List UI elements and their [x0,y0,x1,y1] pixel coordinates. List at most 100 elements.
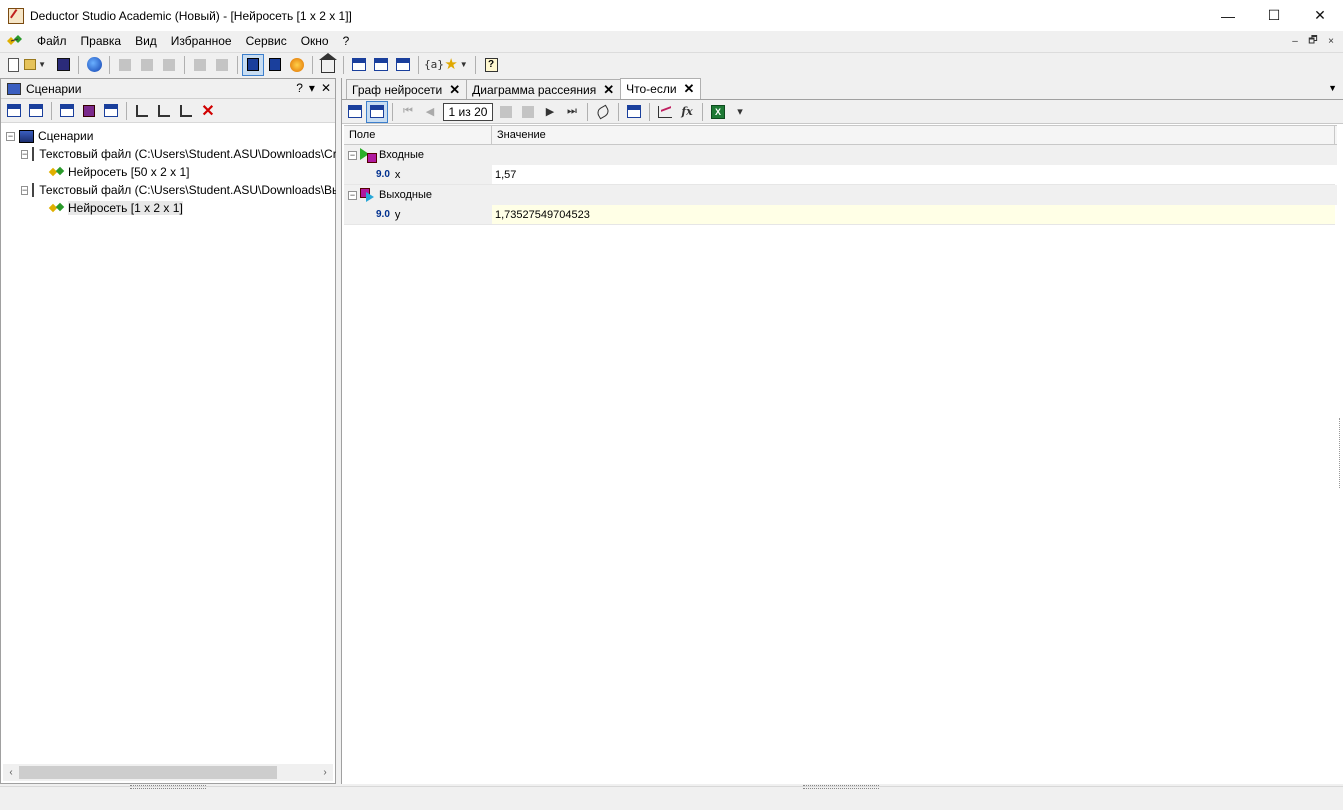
tab-label: Граф нейросети [352,82,443,97]
close-icon[interactable]: ✕ [603,82,614,98]
replace-button[interactable] [211,54,233,76]
toolbar-separator [418,55,419,74]
help-button[interactable]: ? [480,54,502,76]
copy-button[interactable] [136,54,158,76]
goto-record-button[interactable] [495,101,517,123]
mdi-minimize-button[interactable]: – [1287,33,1303,49]
favorites-button[interactable]: ★ ▼ [444,54,468,76]
cut-button[interactable] [114,54,136,76]
properties-button[interactable] [3,100,25,122]
tree-node-neural-net-selected[interactable]: Нейросеть [1 x 2 x 1] [1,199,335,217]
tree-options-button[interactable] [175,100,197,122]
scenarios-button[interactable] [242,53,264,76]
menu-file[interactable]: Файл [30,31,74,51]
close-icon[interactable]: ✕ [684,81,695,97]
right-splitter-grip[interactable] [1339,418,1343,488]
collapse-toggle-icon[interactable]: − [348,150,357,160]
tab-scatter-plot[interactable]: Диаграмма рассеяния ✕ [466,79,622,99]
variables-button[interactable]: {a} [423,54,445,76]
tabs-dropdown-icon[interactable]: ▼ [1328,83,1337,93]
home-button[interactable] [317,52,339,76]
chart-button[interactable] [654,101,676,123]
excel-export-dropdown[interactable]: ▾ [729,101,751,123]
column-header-value[interactable]: Значение [492,126,1335,145]
left-panel-grip[interactable] [130,785,206,789]
group-row-outputs[interactable]: − Выходные [344,185,1337,205]
tree-node-root[interactable]: − Сценарии [1,127,335,145]
menu-window[interactable]: Окно [294,31,336,51]
panel-close-button[interactable]: ✕ [321,81,331,95]
next-record-button[interactable]: ▶ [539,101,561,123]
mdi-close-button[interactable]: × [1323,33,1339,49]
handler-wizard-button[interactable] [56,100,78,122]
book-button[interactable] [264,54,286,76]
value-cell-editable[interactable]: 1,57 [492,165,1335,185]
scroll-right-icon[interactable]: › [317,767,333,778]
first-record-button[interactable]: ⏮ [397,101,419,123]
scroll-track[interactable] [19,766,317,779]
expand-tree-button[interactable] [131,100,153,122]
scroll-left-icon[interactable]: ‹ [3,767,19,778]
menu-view[interactable]: Вид [128,31,164,51]
connect-button[interactable] [83,54,105,76]
cascade-button[interactable] [348,54,370,76]
menu-help[interactable]: ? [336,31,357,51]
close-button[interactable]: ✕ [1297,0,1343,31]
tab-neural-graph[interactable]: Граф нейросети ✕ [346,79,468,99]
tree-node-text-file[interactable]: − Текстовый файл (C:\Users\Student.ASU\D… [1,181,341,199]
paste-button[interactable] [158,54,180,76]
horizontal-scrollbar[interactable]: ‹ › [3,764,333,781]
function-button[interactable]: fx [676,101,698,123]
table-row[interactable]: 9.0 y 1,73527549704523 [344,205,1337,225]
group-row-inputs[interactable]: − Входные [344,145,1337,165]
deductor-logo-icon[interactable] [6,33,24,49]
menu-favorites[interactable]: Избранное [164,31,239,51]
tile-horizontal-button[interactable] [370,54,392,76]
new-document-button[interactable] [2,54,24,76]
wizard-button[interactable] [286,54,308,76]
last-record-button[interactable]: ⏭ [561,101,583,123]
edit-record-button[interactable] [517,101,539,123]
close-icon[interactable]: ✕ [449,82,460,98]
import-wizard-button[interactable] [25,100,47,122]
find-button[interactable] [189,54,211,76]
panel-help-button[interactable]: ? [296,81,303,95]
table-row[interactable]: 9.0 x 1,57 [344,165,1337,185]
right-panel-grip[interactable] [803,785,879,789]
toolbar-separator [618,102,619,121]
record-pager[interactable]: 1 из 20 [443,102,493,121]
delete-button[interactable]: ✕ [197,100,219,122]
minimize-button[interactable]: — [1205,0,1251,31]
tab-what-if[interactable]: Что-если ✕ [620,78,702,99]
chevron-down-icon: ▼ [459,60,468,69]
tree-node-neural-net[interactable]: Нейросеть [50 x 2 x 1] [1,163,335,181]
tile-vertical-button[interactable] [392,54,414,76]
model-wizard-button[interactable] [78,100,100,122]
collapse-toggle-icon[interactable]: − [21,149,29,159]
collapse-toggle-icon[interactable]: − [348,190,357,200]
auto-calc-button[interactable] [366,100,388,123]
chart-icon [658,105,672,118]
prev-record-button[interactable]: ◀ [419,101,441,123]
menu-bar: Файл Правка Вид Избранное Сервис Окно ? … [0,31,1343,51]
column-header-field[interactable]: Поле [344,126,492,145]
save-button[interactable] [52,54,74,76]
calculator-button[interactable] [344,101,366,123]
panel-dropdown-button[interactable]: ▾ [309,81,315,95]
export-wizard-button[interactable] [100,100,122,122]
tree-collapse-icon [158,104,170,117]
collapse-toggle-icon[interactable]: − [21,185,29,195]
clear-button[interactable] [592,101,614,123]
tree-node-text-file[interactable]: − Текстовый файл (C:\Users\Student.ASU\D… [1,145,343,163]
maximize-button[interactable]: ☐ [1251,0,1297,31]
mdi-restore-button[interactable]: 🗗 [1305,33,1321,49]
menu-edit[interactable]: Правка [74,31,129,51]
collapse-toggle-icon[interactable]: − [6,131,15,141]
menu-service[interactable]: Сервис [239,31,294,51]
collapse-tree-button[interactable] [153,100,175,122]
scroll-thumb[interactable] [19,766,277,779]
excel-export-button[interactable]: X [707,101,729,123]
open-button[interactable]: ▼ [24,54,46,76]
settings-button[interactable] [623,101,645,123]
window-title: Deductor Studio Academic (Новый) - [Нейр… [30,8,352,23]
